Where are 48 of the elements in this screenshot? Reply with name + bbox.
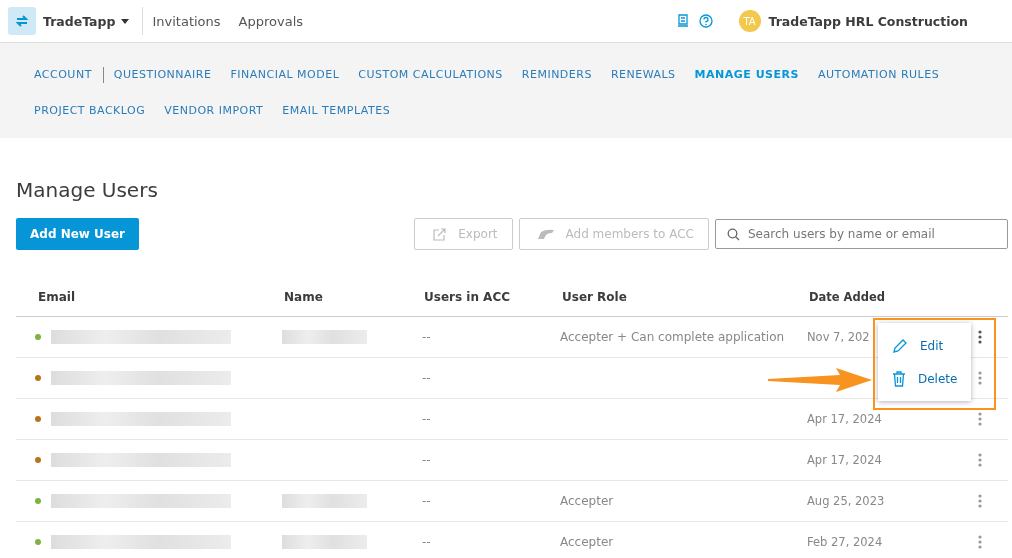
column-header: Email <box>37 290 77 304</box>
nav-tab[interactable]: EMAIL TEMPLATES <box>282 103 391 119</box>
nav-link[interactable]: Approvals <box>238 13 304 29</box>
company-name: TradeTapp HRL Construction <box>768 13 968 29</box>
table-cell: -- <box>422 535 431 549</box>
help-icon[interactable] <box>698 14 713 28</box>
table-cell: Accepter + Can complete application <box>560 330 785 344</box>
table-cell: -- <box>422 494 431 508</box>
table-cell: -- <box>422 371 431 385</box>
trash-icon <box>892 370 906 387</box>
pencil-icon <box>892 337 908 354</box>
table-cell: Apr 17, 2024 <box>807 453 882 467</box>
page-title: Manage Users <box>16 178 159 202</box>
logo-icon[interactable] <box>8 7 36 35</box>
nav-tab[interactable]: REMINDERS <box>521 67 592 83</box>
table-cell: Apr 17, 2024 <box>807 412 882 426</box>
nav-tab[interactable]: CUSTOM CALCULATIONS <box>358 67 503 83</box>
nav-tab[interactable]: RENEWALS <box>610 67 676 83</box>
table-cell: -- <box>422 412 431 426</box>
nav-tab[interactable]: AUTOMATION RULES <box>817 67 940 83</box>
nav-tab[interactable]: ACCOUNT <box>34 67 92 83</box>
share-icon <box>433 227 447 241</box>
table-cell: -- <box>422 330 431 344</box>
document-icon[interactable] <box>676 14 689 28</box>
column-header: Date Added <box>809 290 886 304</box>
nav-tab[interactable]: FINANCIAL MODEL <box>230 67 340 83</box>
table-cell: Feb 27, 2024 <box>807 535 883 549</box>
swoosh-icon <box>537 229 554 239</box>
table-cell: -- <box>422 453 431 467</box>
menu-item[interactable]: Edit <box>878 329 971 362</box>
nav-tab[interactable]: MANAGE USERS <box>694 67 799 83</box>
table-cell: Accepter <box>560 535 614 549</box>
add-user-button[interactable]: Add New User <box>16 218 140 250</box>
menu-item[interactable]: Delete <box>878 362 971 395</box>
nav-tab[interactable]: VENDOR IMPORT <box>164 103 264 119</box>
column-header: Users in ACC <box>424 290 511 304</box>
table-cell: Nov 7, 202 <box>807 330 870 344</box>
nav-tab[interactable]: QUESTIONNAIRE <box>113 67 212 83</box>
app-switcher[interactable]: TradeTapp <box>43 13 130 29</box>
table-cell: Aug 25, 2023 <box>807 494 885 508</box>
more-options-icon[interactable] <box>978 330 982 344</box>
caret-icon[interactable] <box>121 18 130 24</box>
column-header: User Role <box>562 290 628 304</box>
nav-tab[interactable]: PROJECT BACKLOG <box>34 103 146 119</box>
table-cell: Accepter <box>560 494 614 508</box>
column-header: Name <box>284 290 324 304</box>
search-field[interactable]: Search users by name or email <box>715 219 1008 249</box>
nav-link[interactable]: Invitations <box>152 13 221 29</box>
